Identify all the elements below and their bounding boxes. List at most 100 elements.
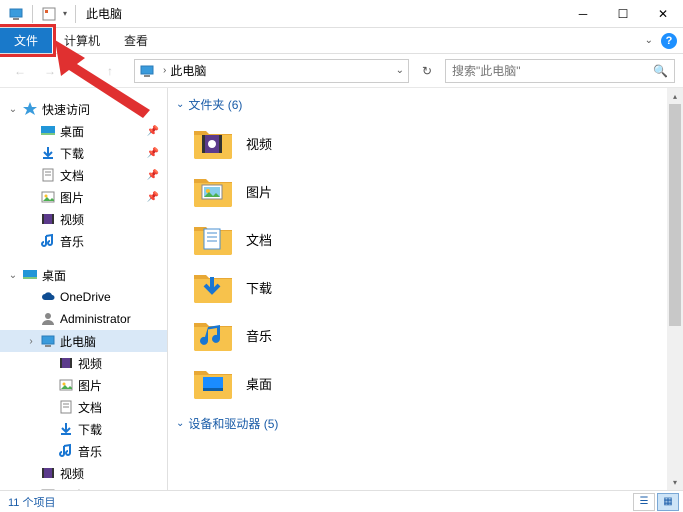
pin-icon: 📌 — [147, 148, 159, 159]
sidebar-item-music[interactable]: 音乐 — [0, 230, 167, 252]
sidebar-item-video[interactable]: 视频 — [0, 208, 167, 230]
maximize-button[interactable]: ☐ — [603, 0, 643, 28]
navigation-pane[interactable]: ⌄ 快速访问 桌面📌下载📌文档📌图片📌视频音乐 ⌄ 桌面 OneDriveAdm… — [0, 88, 168, 490]
folder-item-download[interactable]: 下载 — [168, 263, 683, 311]
pin-icon: 📌 — [147, 192, 159, 203]
computer-tab[interactable]: 计算机 — [52, 28, 112, 53]
statusbar: 11 个项目 ☰ ▦ — [0, 490, 683, 512]
pin-icon: 📌 — [147, 126, 159, 137]
sidebar-item-label: 音乐 — [78, 443, 102, 460]
sidebar-item-label: 视频 — [60, 465, 84, 482]
picture-icon — [40, 189, 56, 205]
group-header-folders[interactable]: ⌄ 文件夹 (6) — [168, 88, 683, 119]
view-details-button[interactable]: ☰ — [633, 493, 655, 511]
pin-icon: 📌 — [147, 170, 159, 181]
folder-item-video[interactable]: 视频 — [168, 119, 683, 167]
content-pane[interactable]: ⌄ 文件夹 (6) 视频图片文档下载音乐桌面 ⌄ 设备和驱动器 (5) ▴ ▾ — [168, 88, 683, 490]
chevron-right-icon[interactable]: › — [163, 65, 166, 76]
back-button[interactable]: ← — [8, 59, 32, 83]
scrollbar-thumb[interactable] — [669, 104, 681, 326]
pc-icon — [139, 63, 155, 79]
sidebar-item-label: 图片 — [60, 189, 84, 206]
group-header-devices[interactable]: ⌄ 设备和驱动器 (5) — [168, 407, 683, 438]
sidebar-item-cloud[interactable]: OneDrive — [0, 286, 167, 308]
view-tab[interactable]: 查看 — [112, 28, 160, 53]
folder-label: 桌面 — [246, 374, 272, 393]
ribbon-collapse-icon[interactable]: ⌄ — [645, 35, 653, 46]
sidebar-item-user[interactable]: Administrator — [0, 308, 167, 330]
folder-label: 图片 — [246, 182, 272, 201]
minimize-button[interactable]: ─ — [563, 0, 603, 28]
sidebar-item-video[interactable]: 视频 — [0, 462, 167, 484]
window-title: 此电脑 — [86, 5, 122, 22]
user-icon — [40, 311, 56, 327]
document-icon — [40, 167, 56, 183]
sidebar-item-download[interactable]: 下载📌 — [0, 142, 167, 164]
qat-dropdown-icon[interactable]: ▾ — [63, 9, 67, 18]
picture-folder-icon — [192, 173, 234, 209]
sidebar-item-label: 文档 — [78, 399, 102, 416]
sidebar-item-pc[interactable]: › 此电脑 — [0, 330, 167, 352]
document-icon — [58, 399, 74, 415]
file-tab[interactable]: 文件 — [0, 28, 52, 53]
sidebar-item-label: 此电脑 — [60, 333, 96, 350]
view-large-icons-button[interactable]: ▦ — [657, 493, 679, 511]
chevron-down-icon[interactable]: ⌄ — [8, 104, 18, 115]
chevron-right-icon[interactable]: › — [26, 336, 36, 347]
folder-label: 文档 — [246, 230, 272, 249]
forward-button[interactable]: → — [38, 59, 62, 83]
titlebar: ▾ 此电脑 ─ ☐ ✕ — [0, 0, 683, 28]
sidebar-item-music[interactable]: 音乐 — [0, 440, 167, 462]
scrollbar-track[interactable] — [667, 104, 683, 474]
desktop-icon — [22, 267, 38, 283]
folder-label: 下载 — [246, 278, 272, 297]
sidebar-item-document[interactable]: 文档📌 — [0, 164, 167, 186]
recent-dropdown-icon[interactable]: ▾ — [68, 59, 92, 83]
sidebar-item-quickaccess[interactable]: ⌄ 快速访问 — [0, 98, 167, 120]
refresh-button[interactable]: ↻ — [415, 59, 439, 83]
music-folder-icon — [192, 317, 234, 353]
sidebar-item-picture[interactable]: 图片 — [0, 374, 167, 396]
sidebar-item-document[interactable]: 文档 — [0, 396, 167, 418]
chevron-down-icon: ⌄ — [176, 418, 184, 429]
breadcrumb-segment[interactable]: 此电脑 — [170, 62, 206, 79]
close-button[interactable]: ✕ — [643, 0, 683, 28]
video-icon — [40, 465, 56, 481]
sidebar-item-label: 快速访问 — [42, 101, 90, 118]
properties-icon[interactable] — [41, 6, 57, 22]
sidebar-item-download[interactable]: 下载 — [0, 418, 167, 440]
desktop-folder-icon — [192, 365, 234, 401]
breadcrumb[interactable]: › 此电脑 ⌄ — [134, 59, 409, 83]
help-icon[interactable]: ? — [661, 33, 677, 49]
sidebar-item-picture[interactable]: 图片 📌 — [0, 186, 167, 208]
sidebar-item-label: 图片 — [78, 377, 102, 394]
sidebar-item-label: 桌面 — [42, 267, 66, 284]
scroll-down-icon[interactable]: ▾ — [667, 474, 683, 490]
search-box[interactable]: 🔍 — [445, 59, 675, 83]
music-icon — [58, 443, 74, 459]
folder-item-document[interactable]: 文档 — [168, 215, 683, 263]
window-controls: ─ ☐ ✕ — [563, 0, 683, 28]
download-folder-icon — [192, 269, 234, 305]
folder-item-desktop[interactable]: 桌面 — [168, 359, 683, 407]
picture-icon — [58, 377, 74, 393]
folder-item-music[interactable]: 音乐 — [168, 311, 683, 359]
item-count: 11 个项目 — [8, 494, 55, 510]
vertical-scrollbar[interactable]: ▴ ▾ — [667, 88, 683, 490]
video-icon — [58, 355, 74, 371]
sidebar-item-desktop[interactable]: 桌面📌 — [0, 120, 167, 142]
chevron-down-icon[interactable]: ⌄ — [396, 65, 404, 76]
separator — [32, 5, 33, 23]
download-icon — [40, 145, 56, 161]
search-icon[interactable]: 🔍 — [653, 64, 668, 78]
chevron-down-icon[interactable]: ⌄ — [8, 270, 18, 281]
sidebar-item-desktop[interactable]: ⌄ 桌面 — [0, 264, 167, 286]
sidebar-item-video[interactable]: 视频 — [0, 352, 167, 374]
folder-label: 音乐 — [246, 326, 272, 345]
up-button[interactable]: ↑ — [98, 59, 122, 83]
folder-item-picture[interactable]: 图片 — [168, 167, 683, 215]
sidebar-item-label: 视频 — [60, 211, 84, 228]
search-input[interactable] — [452, 64, 668, 78]
quick-access-toolbar: ▾ — [0, 5, 78, 23]
scroll-up-icon[interactable]: ▴ — [667, 88, 683, 104]
